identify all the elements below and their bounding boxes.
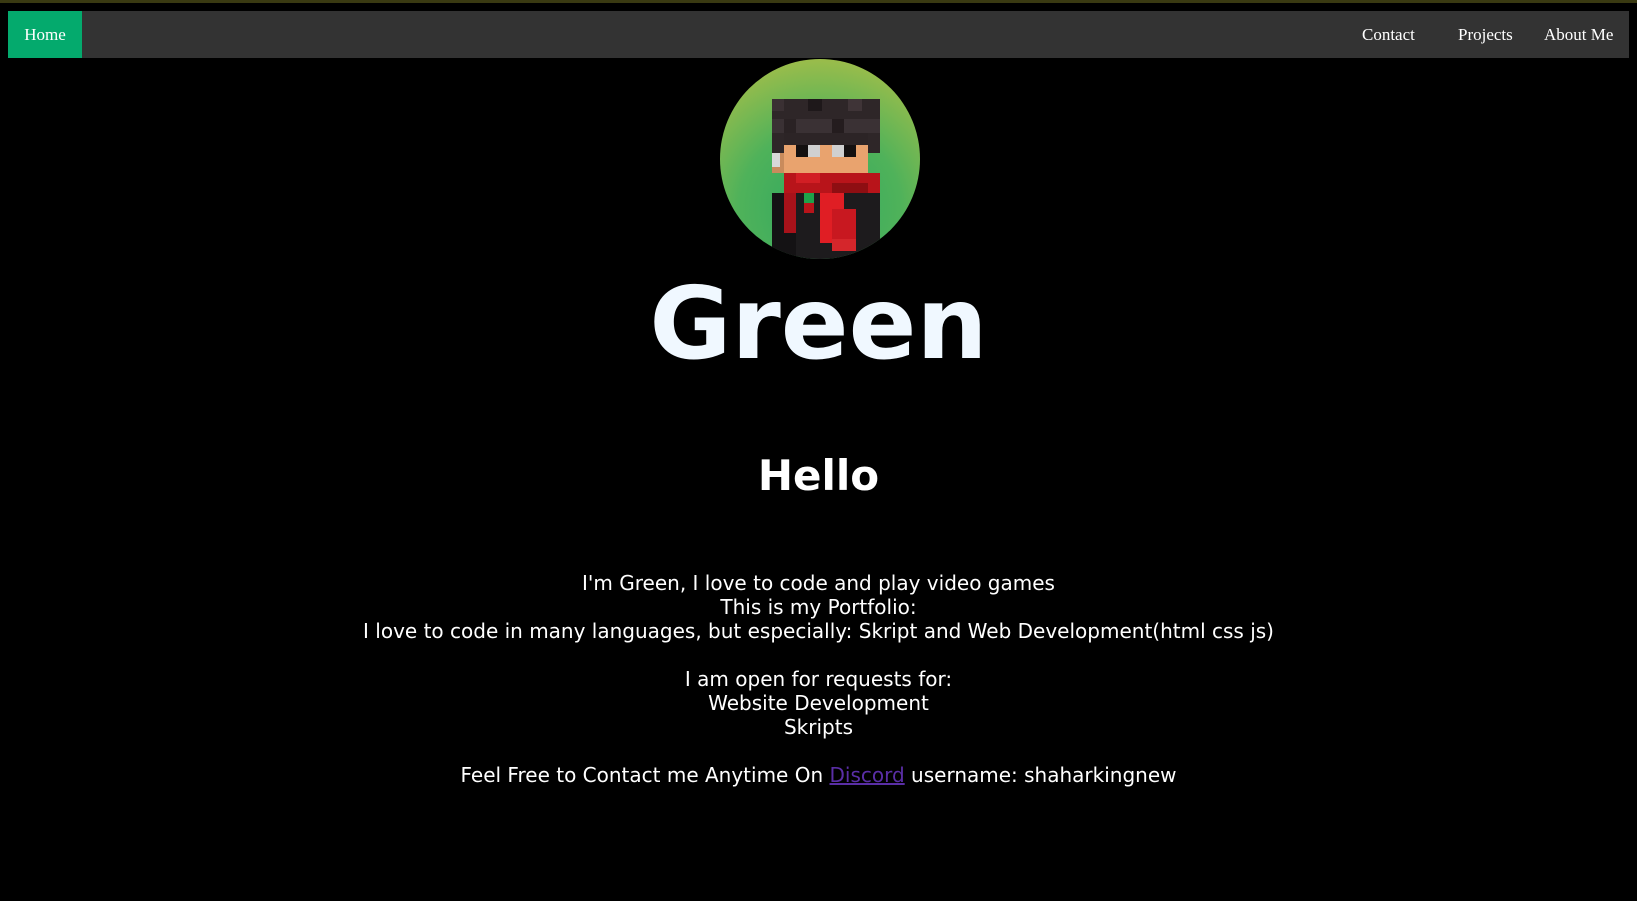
- avatar: [720, 59, 920, 259]
- contact-line: Feel Free to Contact me Anytime On Disco…: [0, 763, 1637, 787]
- contact-suffix: username: shaharkingnew: [904, 763, 1177, 787]
- top-border: [0, 0, 1637, 3]
- bio-line: I love to code in many languages, but es…: [363, 619, 1274, 643]
- page-title: Green: [649, 265, 988, 382]
- bio-line: Skripts: [783, 715, 853, 739]
- bio-line: This is my Portfolio:: [720, 595, 917, 619]
- discord-link[interactable]: Discord: [830, 763, 905, 787]
- navbar: Home Contact Projects About Me: [8, 11, 1629, 58]
- nav-home-link[interactable]: Home: [8, 11, 82, 58]
- nav-about-me-link[interactable]: About Me: [1544, 11, 1613, 58]
- bio-line: Website Development: [708, 691, 929, 715]
- nav-projects-link[interactable]: Projects: [1458, 11, 1513, 58]
- bio-text: I'm Green, I love to code and play video…: [0, 571, 1637, 787]
- bio-line: I am open for requests for:: [684, 667, 953, 691]
- bio-line: I'm Green, I love to code and play video…: [582, 571, 1055, 595]
- nav-contact-link[interactable]: Contact: [1362, 11, 1415, 58]
- greeting-heading: Hello: [757, 451, 880, 500]
- pixel-character-avatar-icon: [772, 99, 880, 259]
- contact-prefix: Feel Free to Contact me Anytime On: [460, 763, 830, 787]
